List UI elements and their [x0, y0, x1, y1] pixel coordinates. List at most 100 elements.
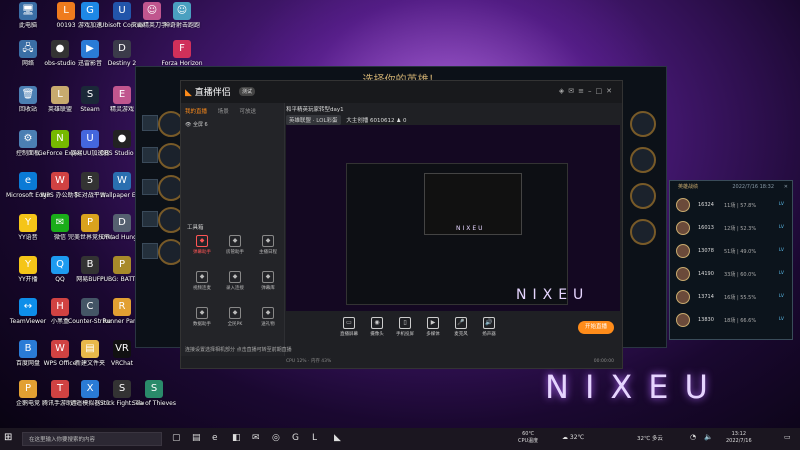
- category-tag[interactable]: 英雄联盟 · LOL彩蛋: [286, 115, 341, 125]
- champion-avatar: [676, 267, 690, 281]
- stats-header: 英雄战绩 2022/7/16 18:32 ✕: [670, 181, 792, 193]
- app-icon: ●: [113, 130, 131, 148]
- tab-my-stream[interactable]: 我的直播: [185, 109, 207, 115]
- notification-icon[interactable]: ▭: [784, 433, 791, 441]
- league-client-icon[interactable]: L: [312, 433, 317, 443]
- edge-icon[interactable]: e: [212, 433, 218, 443]
- message-icon[interactable]: ✉: [568, 87, 578, 95]
- toolbox-item[interactable]: ◆ 弹幕库: [253, 271, 283, 291]
- stats-row[interactable]: 13830 18场 | 66.6% LV: [670, 308, 792, 331]
- window-controls[interactable]: ◈✉≡–□✕: [559, 87, 616, 95]
- gift-icon[interactable]: ◈: [559, 87, 568, 95]
- go-live-button[interactable]: 开始直播: [578, 321, 614, 334]
- viewer-count: 0: [402, 118, 407, 124]
- eye-icon[interactable]: 👁: [185, 122, 191, 128]
- source-button[interactable]: 🔊 扬声器: [476, 317, 502, 337]
- stats-row[interactable]: 16013 12场 | 52.3% LV: [670, 216, 792, 239]
- desktop-icon[interactable]: ☺ 神奇射击跑跑: [160, 2, 204, 29]
- desktop-icon[interactable]: D Destiny 2: [100, 40, 144, 67]
- toolbox-item[interactable]: ◆ 数据助手: [187, 307, 217, 327]
- source-icon: ◉: [371, 317, 383, 329]
- player-id: 13830: [698, 317, 714, 323]
- task-view-icon[interactable]: ▢: [172, 433, 181, 443]
- minimize-icon[interactable]: –: [588, 87, 596, 95]
- explorer-icon[interactable]: ▤: [192, 433, 201, 443]
- app-statusbar: CPU 12% · 内存 43% 00:00:00: [286, 356, 620, 368]
- player-record: 33场 | 60.0%: [724, 272, 757, 278]
- tray-weather[interactable]: 32℃ 多云: [637, 434, 663, 442]
- tool-icon: ◆: [229, 271, 241, 283]
- player-record: 16场 | 55.5%: [724, 295, 757, 301]
- toolbox-item[interactable]: ◆ 弹幕助手: [187, 235, 217, 255]
- room-info: 大主创播 6010612: [346, 118, 395, 124]
- network-icon[interactable]: ◔: [690, 433, 696, 441]
- close-icon[interactable]: ✕: [606, 87, 616, 95]
- app-icon: 🖥: [19, 2, 37, 20]
- game-slot[interactable]: [142, 243, 158, 259]
- tab-scenes[interactable]: 场景: [218, 109, 229, 115]
- tool-label: 全民PK: [227, 322, 243, 327]
- stats-row[interactable]: 13078 51场 | 49.0% LV: [670, 239, 792, 262]
- taskbar-search-input[interactable]: 在这里输入你要搜索的内容: [22, 432, 162, 446]
- toolbox-item[interactable]: ◆ 视频连麦: [187, 271, 217, 291]
- scene-item[interactable]: 👁 全屏 6: [185, 121, 208, 128]
- game-slot[interactable]: [142, 147, 158, 163]
- hero-stats-panel[interactable]: 英雄战绩 2022/7/16 18:32 ✕ 16324 11场 | 57.8% L…: [669, 180, 793, 340]
- tab-sources[interactable]: 可放送: [240, 109, 257, 115]
- tool-icon: ◆: [229, 235, 241, 247]
- app-icon: R: [113, 298, 131, 316]
- stats-row[interactable]: 16324 11场 | 57.8% LV: [670, 193, 792, 216]
- app-logo: ◣ 直播伴侣: [185, 88, 231, 98]
- app-icon: T: [51, 380, 69, 398]
- app-icon: ▶: [81, 40, 99, 58]
- windows-start-icon[interactable]: ⊞: [4, 432, 12, 443]
- toolbox-item[interactable]: ◆ 主播日程: [253, 235, 283, 255]
- toolbox-item[interactable]: ◆ 房管助手: [220, 235, 250, 255]
- mail-icon[interactable]: ✉: [252, 433, 260, 443]
- chrome-icon[interactable]: ◎: [272, 433, 280, 443]
- app-icon: F: [173, 40, 191, 58]
- app-icon: P: [19, 380, 37, 398]
- desktop-icon[interactable]: F Forza Horizon: [160, 40, 204, 67]
- stream-title[interactable]: 和平精英玩家转型day1: [286, 107, 344, 113]
- source-button[interactable]: ▯ 手机投屏: [392, 317, 418, 337]
- preview-wallpaper-text: NIXEU: [516, 287, 590, 303]
- app-icon: ✉: [51, 214, 69, 232]
- app-icon: ▤: [81, 340, 99, 358]
- stats-row[interactable]: 13714 16场 | 55.5% LV: [670, 285, 792, 308]
- source-button[interactable]: ▭ 直播屏幕: [336, 317, 362, 337]
- toolbox-item[interactable]: ◆ 送礼物: [253, 307, 283, 327]
- stream-app-window[interactable]: ◣ 直播伴侣 测试 ◈✉≡–□✕ 我的直播 场景 可放送 👁 全屏 6 工具箱 …: [180, 80, 623, 369]
- toolbox-item[interactable]: ◆ 录入连接: [220, 271, 250, 291]
- menu-icon[interactable]: ≡: [578, 87, 588, 95]
- volume-icon[interactable]: 🔈: [704, 433, 713, 441]
- source-toolbar: ▭ 直播屏幕 ◉ 摄像头 ▯ 手机投屏 ▶ 多媒体 🎤 麦克风 🔊 扬声器 开始直播: [286, 313, 620, 343]
- stream-preview[interactable]: NIXEU NIXEU: [286, 125, 620, 311]
- game-slot[interactable]: [142, 115, 158, 131]
- desktop-icon-label: VRChat: [111, 360, 133, 367]
- game-booster-icon[interactable]: G: [292, 433, 299, 443]
- champion-avatar: [676, 198, 690, 212]
- toolbox-item[interactable]: ◆ 全民PK: [220, 307, 250, 327]
- source-button[interactable]: ◉ 摄像头: [364, 317, 390, 337]
- player-tag: LV: [778, 271, 784, 276]
- weather-temp: ☁ 32℃: [562, 434, 585, 441]
- app-icon: Q: [51, 256, 69, 274]
- app-icon: C: [81, 298, 99, 316]
- close-icon[interactable]: ✕: [784, 181, 788, 193]
- stats-title: 英雄战绩: [678, 184, 699, 190]
- scene-label: 全屏 6: [192, 122, 208, 128]
- app-icon: U: [81, 130, 99, 148]
- stats-row[interactable]: 14190 33场 | 60.0% LV: [670, 262, 792, 285]
- game-slot[interactable]: [142, 211, 158, 227]
- enemy-portrait: [630, 183, 656, 209]
- system-clock[interactable]: 13:12 2022/7/16: [726, 431, 752, 445]
- source-button[interactable]: 🎤 麦克风: [448, 317, 474, 337]
- store-icon[interactable]: ◧: [232, 433, 241, 443]
- stream-app-taskbar-icon[interactable]: ◣: [334, 433, 341, 443]
- maximize-icon[interactable]: □: [596, 87, 607, 95]
- game-slot[interactable]: [142, 179, 158, 195]
- source-button[interactable]: ▶ 多媒体: [420, 317, 446, 337]
- stream-timer: 00:00:00: [593, 359, 614, 364]
- desktop-icon[interactable]: S Sea of Thieves: [132, 380, 176, 407]
